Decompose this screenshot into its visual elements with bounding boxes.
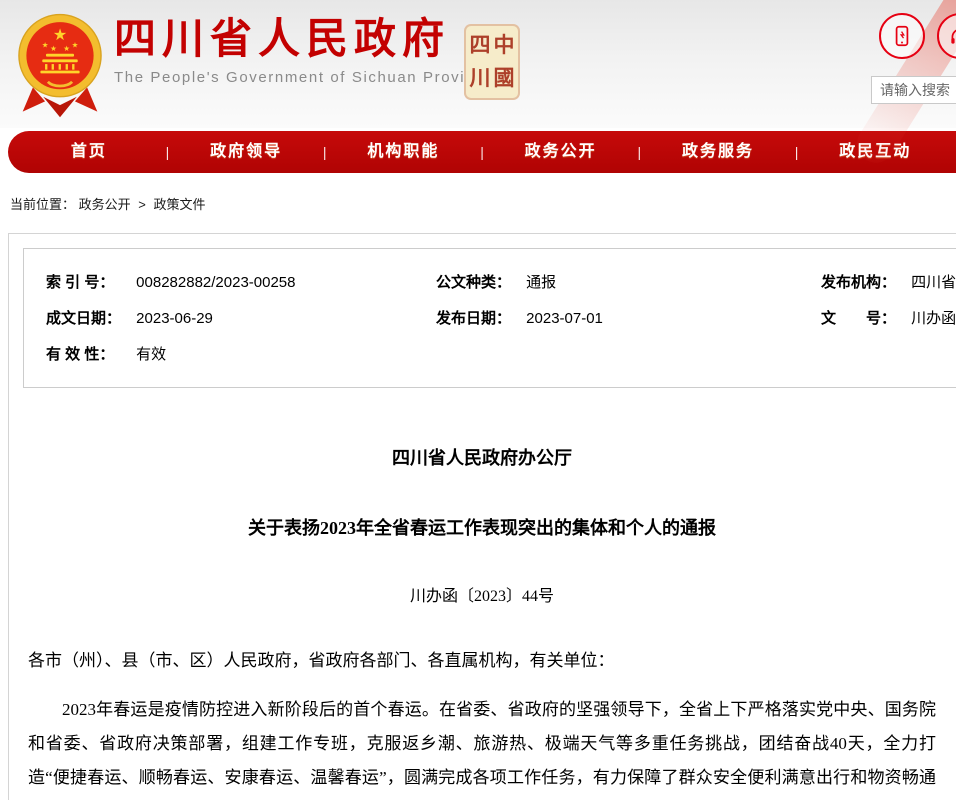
svg-text:★: ★ [72,40,79,49]
meta-cell-index-number: 索 引 号： 008282882/2023-00258 [46,271,436,292]
meta-cell-document-type: 公文种类： 通报 [436,271,821,292]
seal-char: 四 [468,29,492,62]
meta-value: 四川省人 [911,274,956,291]
site-header: ★ ★ ★ ★ ★ 四川省人民政府 The People's Governmen… [0,0,956,128]
main-nav: 首页 | 政府领导 | 机构职能 | 政务公开 | 政务服务 | 政民互动 [8,131,956,173]
meta-label: 有 效 性： [46,343,132,364]
nav-item-gov-services[interactable]: 政务服务 [641,131,795,173]
doc-number: 川办函〔2023〕44号 [28,582,936,606]
meta-value: 川办函〔 [911,310,956,327]
national-emblem-logo[interactable]: ★ ★ ★ ★ ★ [18,8,102,122]
breadcrumb-link-gov-info[interactable]: 政务公开 [79,197,131,212]
meta-label: 索 引 号： [46,271,132,292]
headset-glyph [947,23,956,49]
seal-char: 中 [492,29,516,62]
breadcrumb: 当前位置： 政务公开 > 政策文件 [10,194,956,213]
meta-cell-validity: 有 效 性： 有效 [46,343,436,364]
seal-char: 川 [468,62,492,95]
mobile-icon[interactable] [879,13,925,59]
site-subtitle: The People's Government of Sichuan Provi… [114,69,494,86]
svg-text:★: ★ [63,44,70,53]
meta-value: 通报 [526,274,556,291]
site-title-block: 四川省人民政府 The People's Government of Sichu… [114,16,494,86]
meta-cell-publish-date: 发布日期： 2023-07-01 [436,307,821,328]
nav-item-government-leaders[interactable]: 政府领导 [169,131,323,173]
svg-text:★: ★ [42,40,49,49]
meta-label: 发布机构： [821,271,907,292]
meta-value: 2023-07-01 [526,310,603,327]
meta-label: 文 号： [821,307,907,328]
meta-label: 发布日期： [436,307,522,328]
svg-text:★: ★ [53,27,67,44]
meta-value: 008282882/2023-00258 [136,274,295,291]
mobile-phone-glyph [889,23,915,49]
document-container: 索 引 号： 008282882/2023-00258 公文种类： 通报 发布机… [8,233,956,800]
document-body: 四川省人民政府办公厅 关于表扬2023年全省春运工作表现突出的集体和个人的通报 … [28,444,936,800]
nav-item-gov-info-disclosure[interactable]: 政务公开 [484,131,638,173]
breadcrumb-prefix: 当前位置： [10,197,75,212]
paragraph-1: 2023年春运是疫情防控进入新阶段后的首个春运。在省委、省政府的坚强领导下，全省… [28,693,936,800]
org-title: 四川省人民政府办公厅 [28,444,936,470]
doc-title: 关于表扬2023年全省春运工作表现突出的集体和个人的通报 [28,514,936,540]
meta-label: 成文日期： [46,307,132,328]
seal-char: 國 [492,62,516,95]
meta-value: 有效 [136,346,166,363]
nav-item-org-functions[interactable]: 机构职能 [327,131,481,173]
meta-cell-document-number: 文 号： 川办函〔 [821,307,956,328]
svg-text:★: ★ [50,44,57,53]
page-viewport: ★ ★ ★ ★ ★ 四川省人民政府 The People's Governmen… [0,0,956,800]
breadcrumb-link-policy-documents[interactable]: 政策文件 [154,197,206,212]
nav-item-home[interactable]: 首页 [12,131,166,173]
breadcrumb-separator: > [138,197,146,212]
meta-info-box: 索 引 号： 008282882/2023-00258 公文种类： 通报 发布机… [23,248,956,388]
site-title: 四川省人民政府 [114,16,494,62]
meta-label: 公文种类： [436,271,522,292]
meta-value: 2023-06-29 [136,310,213,327]
sichuan-seal: 四 中 川 國 [464,24,520,100]
national-emblem-icon: ★ ★ ★ ★ ★ [18,8,102,122]
salutation: 各市（州）、县（市、区）人民政府，省政府各部门、各直属机构，有关单位： [28,646,936,671]
meta-cell-written-date: 成文日期： 2023-06-29 [46,307,436,328]
search-input[interactable] [871,76,956,104]
meta-cell-issuing-agency: 发布机构： 四川省人 [821,271,956,292]
